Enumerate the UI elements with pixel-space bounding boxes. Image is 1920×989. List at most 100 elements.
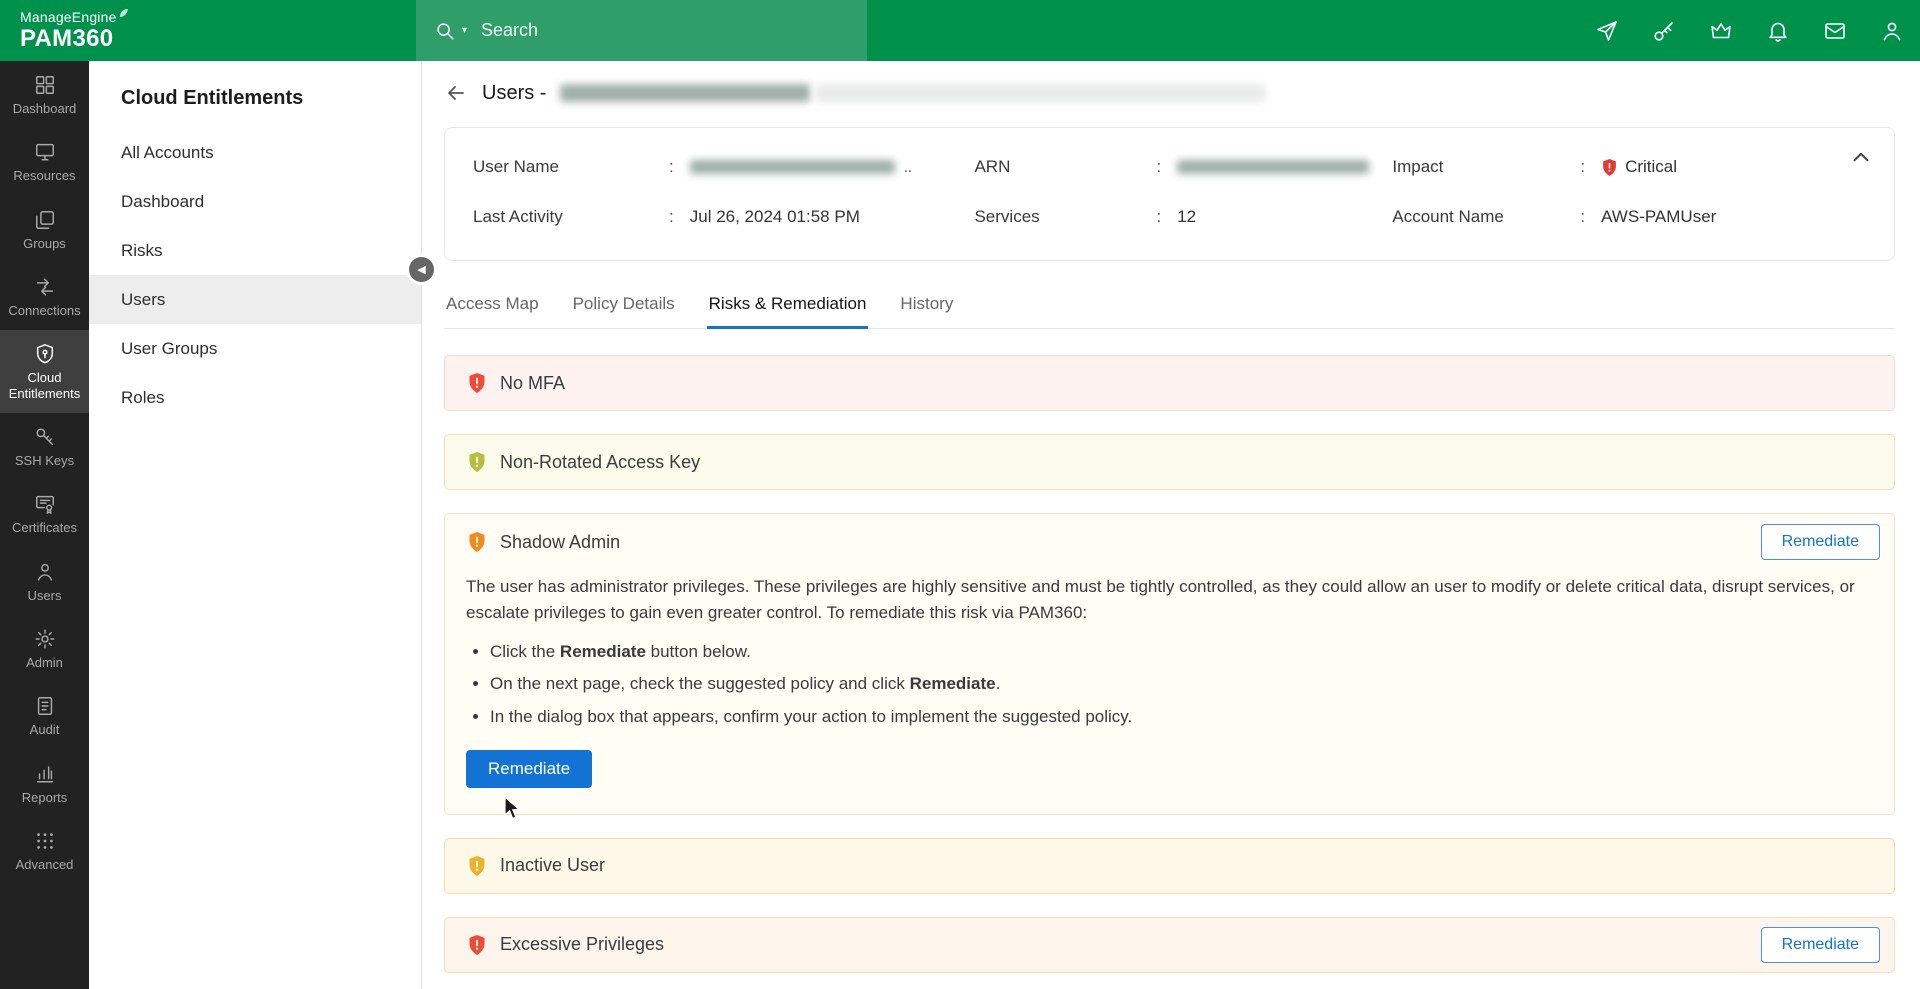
sidebar-item-dashboard[interactable]: Dashboard: [0, 61, 89, 128]
risk-title: No MFA: [500, 373, 565, 394]
profile-icon[interactable]: [1880, 19, 1904, 43]
field-colon: :: [669, 207, 674, 227]
critical-shield-icon: [1601, 158, 1618, 177]
certificate-icon: [34, 493, 56, 515]
tab-access-map[interactable]: Access Map: [444, 283, 541, 329]
sidebar-item-cloud-entitlements[interactable]: Cloud Entitlements: [0, 330, 89, 413]
tab-history[interactable]: History: [898, 283, 955, 329]
subnav-item-risks[interactable]: Risks: [89, 226, 421, 275]
sidebar-item-label: SSH Keys: [4, 453, 85, 468]
field-colon: :: [1156, 157, 1161, 177]
field-arn: ARN :: [974, 156, 1392, 178]
risk-detail-body: The user has administrator privileges. T…: [445, 570, 1894, 814]
details-grid: User Name : .. ARN : Impact :: [473, 156, 1866, 228]
reports-chart-icon: [34, 763, 56, 785]
subnav-item-all-accounts[interactable]: All Accounts: [89, 128, 421, 177]
brand-line2: PAM360: [20, 26, 129, 51]
sidebar-item-label: Users: [4, 588, 85, 603]
risk-shield-icon: [467, 934, 487, 956]
remediate-button-outline[interactable]: Remediate: [1761, 927, 1880, 963]
back-arrow-icon[interactable]: [444, 81, 468, 105]
subnav-collapse-icon[interactable]: ◀: [409, 257, 434, 282]
field-label: ARN: [974, 157, 1156, 177]
notifications-bell-icon[interactable]: [1766, 19, 1790, 43]
field-services: Services : 12: [974, 206, 1392, 228]
subnav-item-user-groups[interactable]: User Groups: [89, 324, 421, 373]
field-colon: :: [1580, 157, 1585, 177]
sidebar-item-audit[interactable]: Audit: [0, 682, 89, 749]
sidebar-item-certificates[interactable]: Certificates: [0, 480, 89, 547]
subnav-item-roles[interactable]: Roles: [89, 373, 421, 422]
logo-leaf-icon: [119, 6, 129, 23]
sidebar-item-advanced[interactable]: Advanced: [0, 817, 89, 884]
risk-card-inactive-user[interactable]: Inactive User: [444, 838, 1895, 894]
cloud-entitlements-subnav: Cloud Entitlements All Accounts Dashboar…: [89, 61, 422, 989]
sidebar-item-users[interactable]: Users: [0, 548, 89, 615]
quick-start-icon[interactable]: [1595, 19, 1619, 43]
risk-shield-icon: [467, 531, 487, 553]
search-icon: [434, 20, 456, 42]
risk-card-excessive-privileges[interactable]: Excessive Privileges Remediate: [444, 917, 1895, 973]
sidebar-item-ssh-keys[interactable]: SSH Keys: [0, 413, 89, 480]
account-name-value: AWS-PAMUser: [1601, 207, 1716, 227]
sidebar-item-label: Resources: [4, 168, 85, 183]
tab-policy-details[interactable]: Policy Details: [571, 283, 677, 329]
subnav-item-dashboard[interactable]: Dashboard: [89, 177, 421, 226]
page-header: Users -: [444, 81, 1895, 105]
sidebar-item-reports[interactable]: Reports: [0, 750, 89, 817]
sidebar-item-label: Reports: [4, 790, 85, 805]
field-label: Last Activity: [473, 207, 669, 227]
redacted-username-title: [560, 84, 1266, 102]
detail-tabs: Access Map Policy Details Risks & Remedi…: [444, 283, 1895, 329]
monitor-icon: [34, 141, 56, 163]
users-person-icon: [34, 561, 56, 583]
field-colon: :: [1580, 207, 1585, 227]
remediation-steps: Click the Remediate button below. On the…: [466, 640, 1868, 730]
sidebar-item-label: Audit: [4, 722, 85, 737]
risk-title: Excessive Privileges: [500, 934, 664, 955]
search-input[interactable]: ▾ Search: [416, 0, 867, 61]
risk-description: The user has administrator privileges. T…: [466, 574, 1868, 627]
cloud-entitlements-shield-icon: [34, 343, 56, 365]
remediate-button-outline[interactable]: Remediate: [1761, 524, 1880, 560]
sidebar-item-groups[interactable]: Groups: [0, 196, 89, 263]
field-user-name: User Name : ..: [473, 156, 974, 178]
remediate-button-primary[interactable]: Remediate: [466, 750, 592, 788]
risk-list: No MFA Non-Rotated Access Key: [444, 355, 1895, 973]
sidebar-item-resources[interactable]: Resources: [0, 128, 89, 195]
impact-value: Critical: [1625, 157, 1677, 177]
field-account-name: Account Name : AWS-PAMUser: [1392, 206, 1866, 228]
sidebar-item-label: Advanced: [4, 857, 85, 872]
remediation-step: Click the Remediate button below.: [490, 640, 1868, 665]
remediation-step: On the next page, check the suggested po…: [490, 672, 1868, 697]
services-value: 12: [1177, 207, 1196, 227]
field-last-activity: Last Activity : Jul 26, 2024 01:58 PM: [473, 206, 974, 228]
risk-title: Inactive User: [500, 855, 605, 876]
audit-document-icon: [34, 695, 56, 717]
main-content: Users - User Name : .. ARN :: [422, 61, 1920, 989]
truncation-dots: ..: [904, 159, 912, 176]
field-label: User Name: [473, 157, 669, 177]
password-key-icon[interactable]: [1652, 19, 1676, 43]
brand-logo[interactable]: ManageEngine PAM360: [0, 10, 129, 52]
risk-card-no-mfa[interactable]: No MFA: [444, 355, 1895, 411]
subnav-item-users[interactable]: Users: [89, 275, 421, 324]
ssh-key-icon: [34, 426, 56, 448]
search-scope-chevron-down-icon[interactable]: ▾: [462, 25, 467, 36]
risk-card-non-rotated-access-key[interactable]: Non-Rotated Access Key: [444, 434, 1895, 490]
risk-title: Shadow Admin: [500, 532, 620, 553]
last-activity-value: Jul 26, 2024 01:58 PM: [690, 207, 860, 227]
field-impact: Impact : Critical: [1392, 156, 1866, 178]
sidebar-item-admin[interactable]: Admin: [0, 615, 89, 682]
risk-shield-icon: [467, 855, 487, 877]
tab-risks-remediation[interactable]: Risks & Remediation: [707, 283, 869, 329]
sidebar-item-connections[interactable]: Connections: [0, 263, 89, 330]
card-collapse-chevron-up-icon[interactable]: [1848, 144, 1874, 170]
risk-card-header[interactable]: Shadow Admin Remediate: [445, 514, 1894, 570]
mail-icon[interactable]: [1823, 19, 1847, 43]
redacted-user-name-value: ..: [690, 159, 912, 176]
field-label: Services: [974, 207, 1156, 227]
topbar: ManageEngine PAM360 ▾ Search: [0, 0, 1920, 61]
topbar-icons: [1595, 0, 1904, 61]
license-crown-icon[interactable]: [1709, 19, 1733, 43]
